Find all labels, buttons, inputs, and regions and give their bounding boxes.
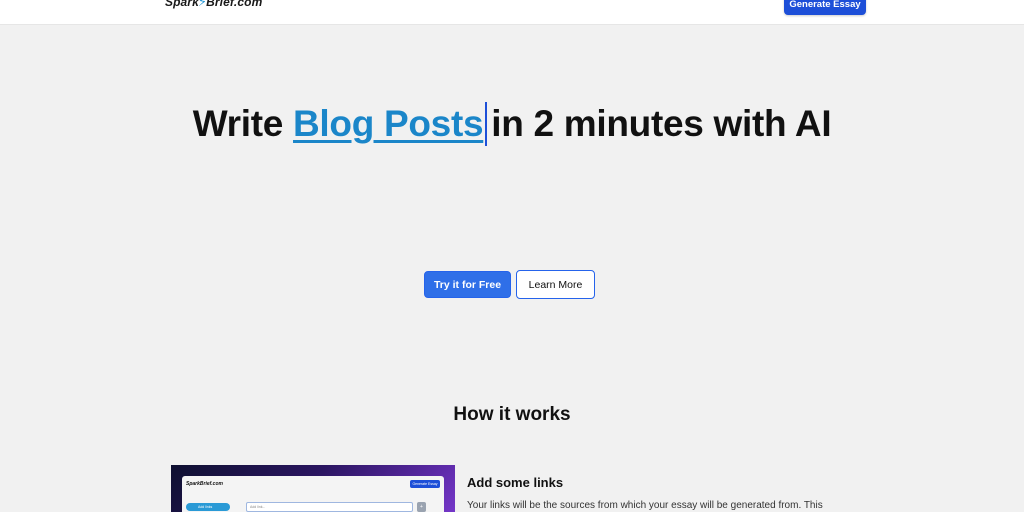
preview-add-links-button: Add links bbox=[186, 503, 230, 511]
hero-title-highlight: Blog Posts bbox=[293, 103, 484, 144]
hero-title-suffix: in 2 minutes with AI bbox=[491, 103, 832, 144]
hero-title: Write Blog Posts in 2 minutes with AI bbox=[0, 102, 1024, 146]
preview-link-input: Add link... bbox=[246, 502, 413, 512]
app-preview-window: SparkBrief.com Generate Essay Add links … bbox=[182, 476, 444, 512]
step-title: Add some links bbox=[467, 475, 564, 490]
preview-logo: SparkBrief.com bbox=[186, 481, 223, 487]
preview-plus-icon: + bbox=[417, 502, 426, 512]
generate-essay-button[interactable]: Generate Essay bbox=[784, 0, 866, 15]
try-it-free-button[interactable]: Try it for Free bbox=[424, 271, 511, 298]
brand-logo[interactable]: Spark ⚡ Brief.com bbox=[165, 0, 262, 10]
brand-logo-suffix: Brief.com bbox=[206, 0, 263, 9]
app-preview-image: SparkBrief.com Generate Essay Add links … bbox=[171, 465, 455, 512]
preview-generate-button: Generate Essay bbox=[410, 480, 440, 488]
brand-logo-prefix: Spark bbox=[165, 0, 199, 9]
how-it-works-title: How it works bbox=[453, 404, 571, 425]
top-navbar: Spark ⚡ Brief.com Generate Essay bbox=[0, 0, 1024, 25]
step-description: Your links will be the sources from whic… bbox=[467, 500, 823, 511]
hero-title-prefix: Write bbox=[192, 103, 284, 144]
typing-caret bbox=[485, 102, 488, 146]
learn-more-button[interactable]: Learn More bbox=[516, 270, 595, 299]
